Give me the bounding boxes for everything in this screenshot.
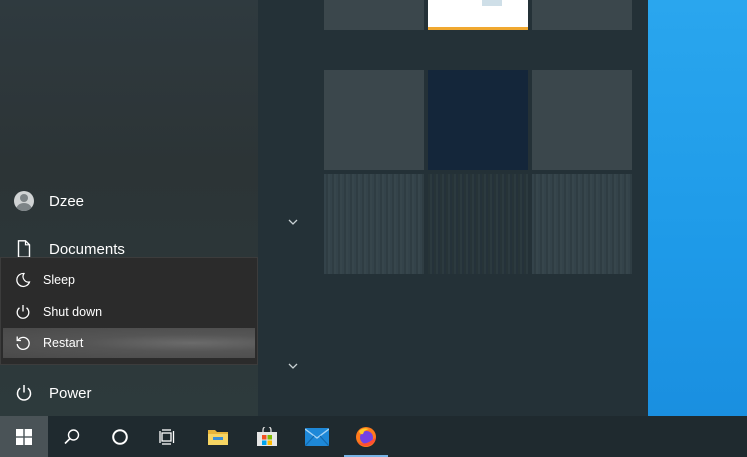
circle-icon <box>112 428 128 445</box>
search-button[interactable] <box>48 416 96 457</box>
restart-option[interactable]: Restart <box>3 328 255 358</box>
chevron-down-icon[interactable] <box>287 362 301 370</box>
user-name: Dzee <box>49 192 85 210</box>
app-tile[interactable] <box>428 174 528 274</box>
power-label: Power <box>49 384 92 402</box>
task-view-icon <box>159 428 175 445</box>
desktop-background <box>648 0 747 416</box>
mail-button[interactable] <box>293 416 341 457</box>
app-tile[interactable] <box>532 70 632 170</box>
sleep-option[interactable]: Sleep <box>3 265 255 295</box>
moon-icon <box>16 272 31 288</box>
document-icon <box>17 240 31 258</box>
power-options-menu: Sleep Shut down Restart <box>0 257 258 365</box>
taskbar <box>0 416 747 457</box>
shut-down-option[interactable]: Shut down <box>3 297 255 327</box>
app-tile[interactable] <box>324 70 424 170</box>
power-item[interactable]: Power <box>0 377 258 409</box>
search-icon <box>64 428 80 444</box>
app-tile[interactable] <box>428 0 528 30</box>
mail-icon <box>305 427 329 446</box>
firefox-button[interactable] <box>342 416 390 457</box>
microsoft-store-button[interactable] <box>243 416 291 457</box>
chevron-down-icon[interactable] <box>287 218 301 226</box>
power-icon <box>16 305 30 319</box>
firefox-icon <box>356 426 376 447</box>
app-tile[interactable] <box>324 174 424 274</box>
app-tile[interactable] <box>428 70 528 170</box>
windows-logo-icon <box>16 428 32 445</box>
file-explorer-button[interactable] <box>194 416 242 457</box>
documents-label: Documents <box>49 240 125 258</box>
user-avatar-icon <box>14 191 34 211</box>
cortana-button[interactable] <box>96 416 144 457</box>
shut-down-label: Shut down <box>43 305 103 319</box>
app-tile[interactable] <box>532 174 632 274</box>
app-tile[interactable] <box>324 0 424 30</box>
task-view-button[interactable] <box>144 416 192 457</box>
user-account-item[interactable]: Dzee <box>0 185 258 217</box>
app-tile[interactable] <box>532 0 632 30</box>
tiles-area <box>258 0 648 416</box>
folder-icon <box>208 429 228 445</box>
restart-icon <box>16 336 30 350</box>
sleep-label: Sleep <box>43 273 75 287</box>
restart-label: Restart <box>43 336 84 350</box>
power-icon <box>16 385 32 401</box>
start-button[interactable] <box>0 416 48 457</box>
store-icon <box>257 426 277 446</box>
